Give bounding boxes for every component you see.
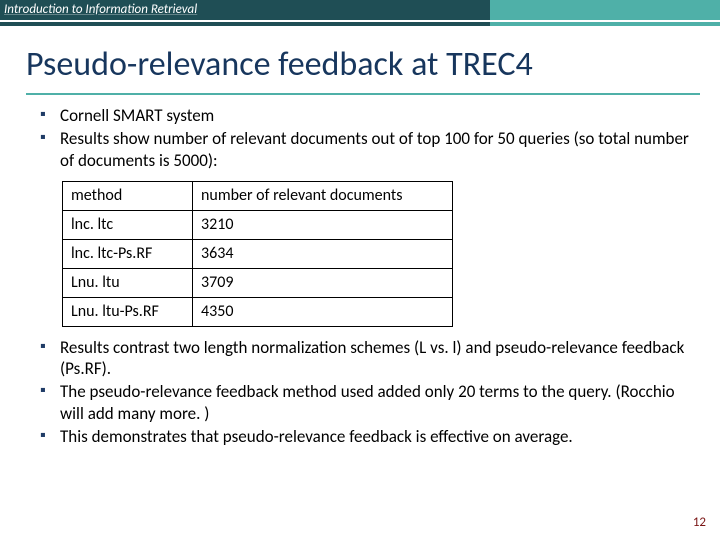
table-row: lnc. ltc-Ps.RF 3634 bbox=[63, 239, 453, 268]
table-row: Lnu. ltu 3709 bbox=[63, 268, 453, 297]
table-cell: 4350 bbox=[193, 297, 453, 326]
bullets-top: Cornell SMART system Results show number… bbox=[40, 105, 692, 171]
header-bar: Introduction to Information Retrieval bbox=[0, 0, 720, 26]
bullet-item: Results show number of relevant document… bbox=[40, 128, 692, 171]
table-cell: lnc. ltc bbox=[63, 210, 193, 239]
page-title: Pseudo-relevance feedback at TREC4 bbox=[0, 26, 720, 91]
bullet-item: Cornell SMART system bbox=[40, 105, 692, 126]
table-header: number of relevant documents bbox=[193, 181, 453, 210]
table-row: Lnu. ltu-Ps.RF 4350 bbox=[63, 297, 453, 326]
table-cell: Lnu. ltu bbox=[63, 268, 193, 297]
slide: Introduction to Information Retrieval Ps… bbox=[0, 0, 720, 540]
table-row: lnc. ltc 3210 bbox=[63, 210, 453, 239]
header-accent bbox=[490, 0, 720, 20]
results-table: method number of relevant documents lnc.… bbox=[62, 181, 453, 327]
bullets-bottom: Results contrast two length normalizatio… bbox=[40, 337, 692, 447]
table-header-row: method number of relevant documents bbox=[63, 181, 453, 210]
header-underline-light bbox=[490, 22, 720, 26]
table-cell: 3210 bbox=[193, 210, 453, 239]
header-underline-dark bbox=[0, 22, 490, 26]
table-cell: lnc. ltc-Ps.RF bbox=[63, 239, 193, 268]
table-cell: 3709 bbox=[193, 268, 453, 297]
table-cell: 3634 bbox=[193, 239, 453, 268]
course-title: Introduction to Information Retrieval bbox=[0, 0, 490, 20]
bullet-item: Results contrast two length normalizatio… bbox=[40, 337, 692, 380]
table-header: method bbox=[63, 181, 193, 210]
bullet-item: The pseudo-relevance feedback method use… bbox=[40, 381, 692, 424]
table-cell: Lnu. ltu-Ps.RF bbox=[63, 297, 193, 326]
content-area: Cornell SMART system Results show number… bbox=[0, 95, 720, 447]
bullet-item: This demonstrates that pseudo-relevance … bbox=[40, 426, 692, 447]
page-number: 12 bbox=[693, 515, 706, 530]
